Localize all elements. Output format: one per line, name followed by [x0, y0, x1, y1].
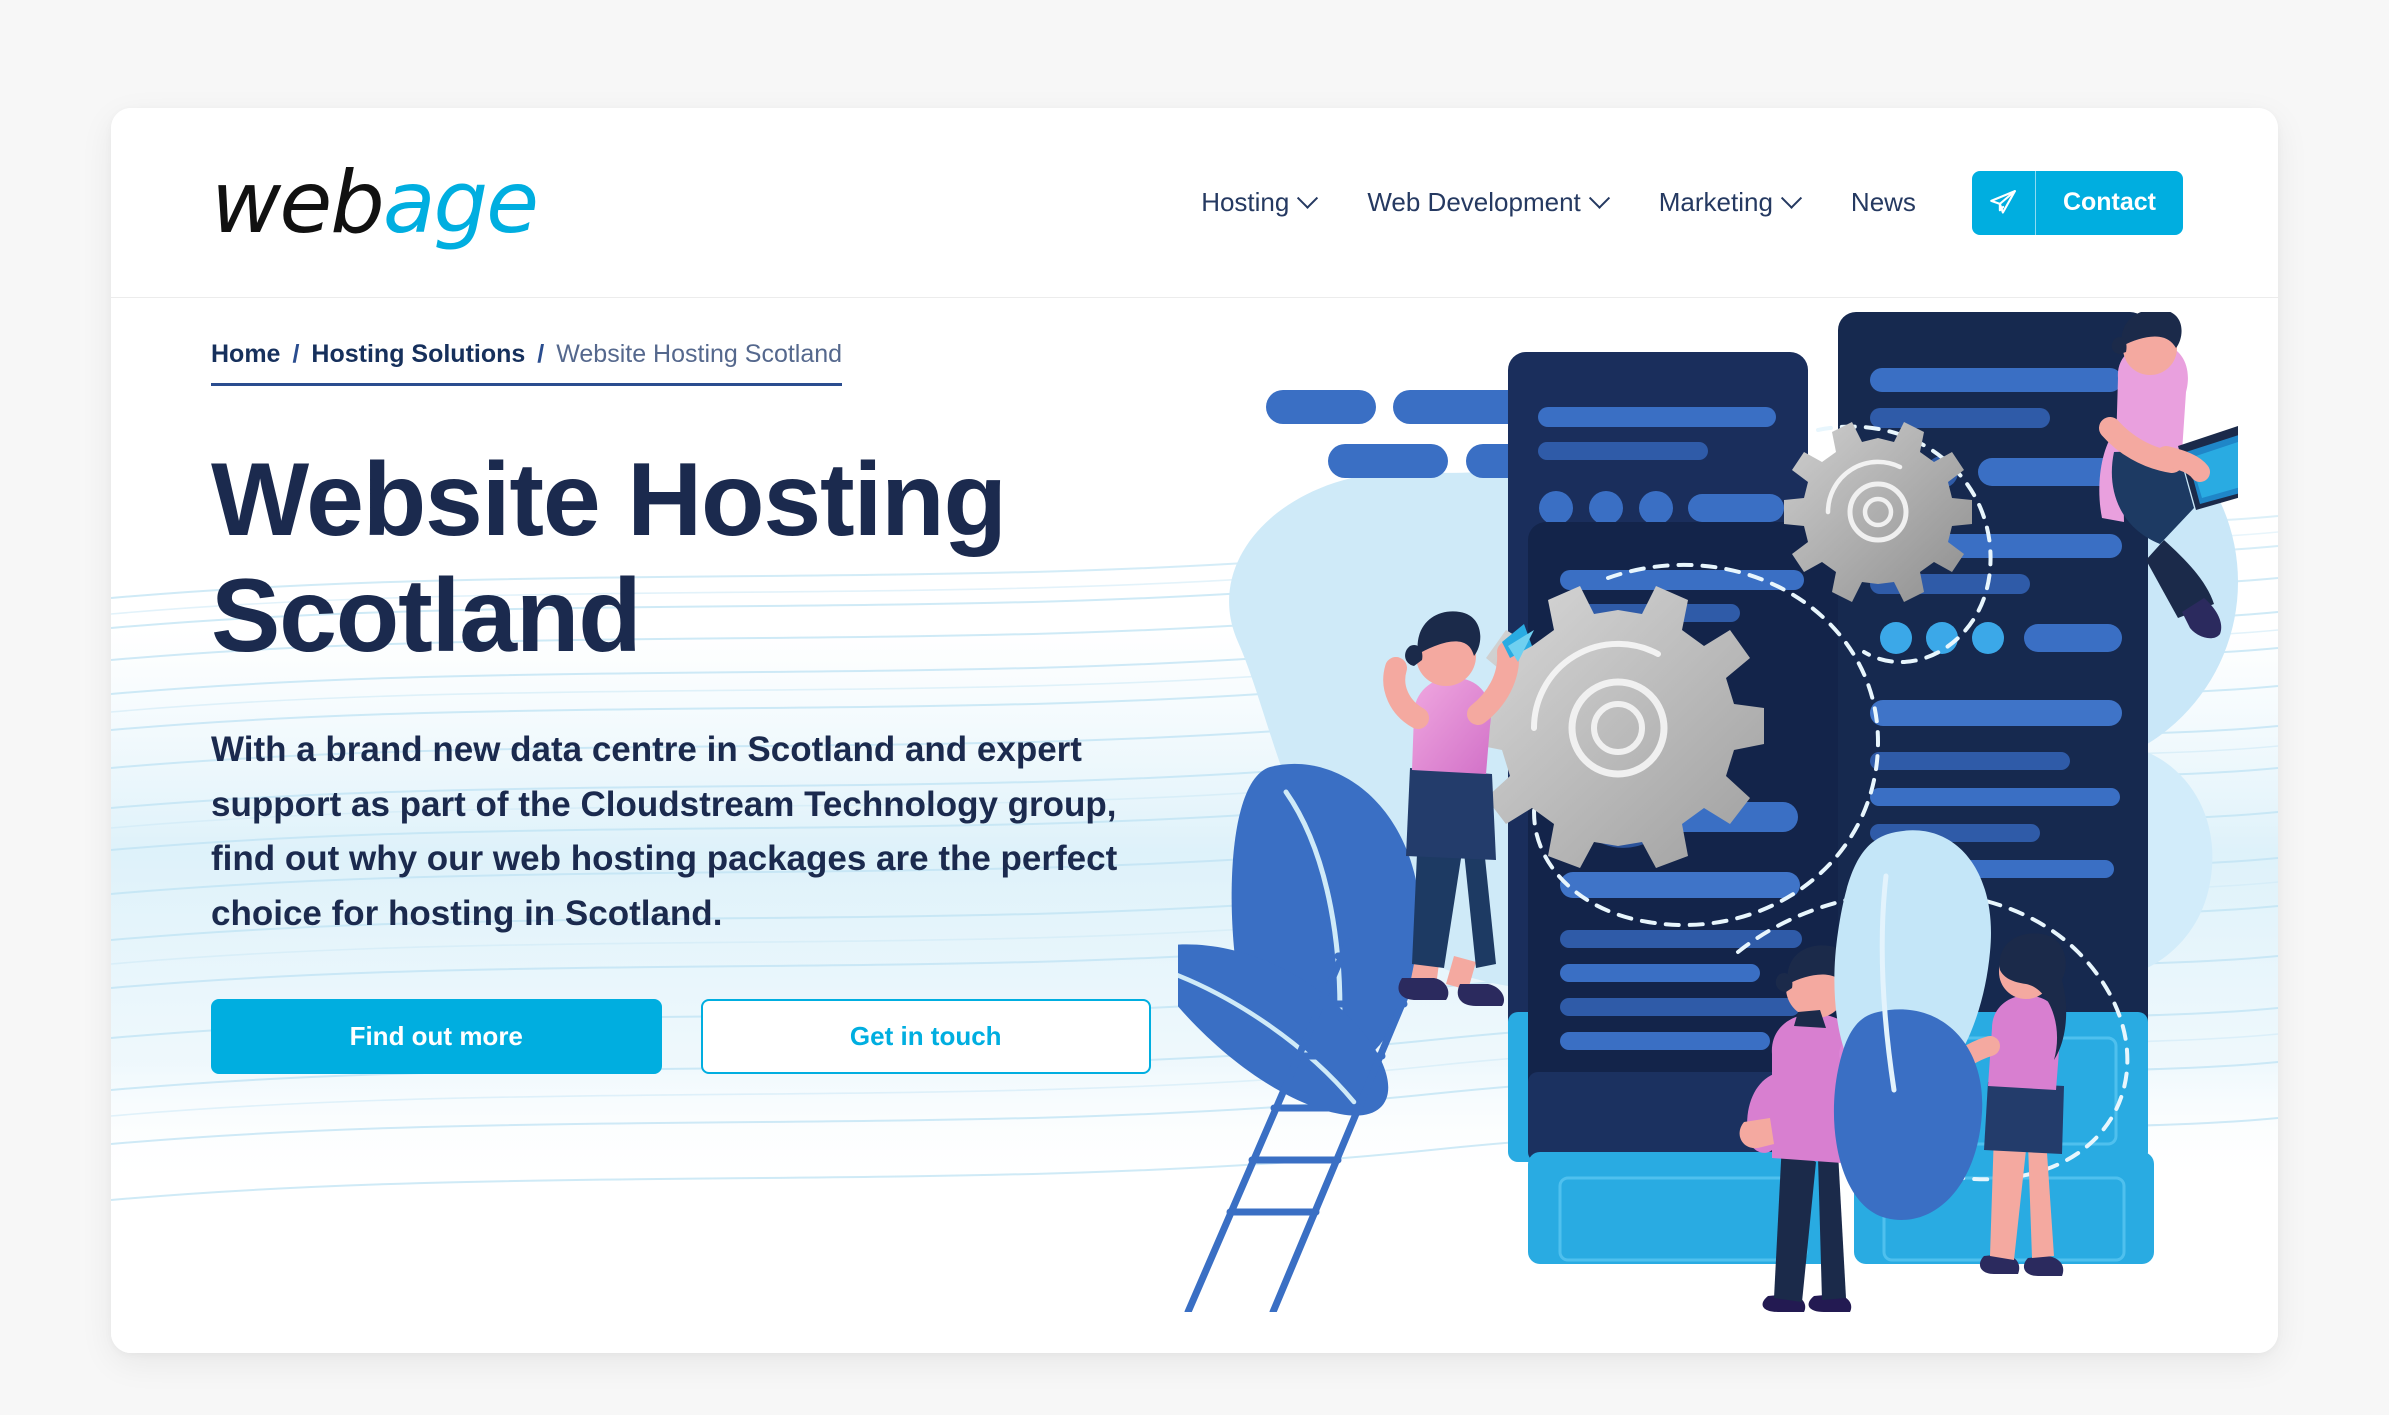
hero-description: With a brand new data centre in Scotland… [211, 729, 1118, 933]
breadcrumb-separator: / [292, 340, 300, 368]
nav-item-hosting[interactable]: Hosting [1175, 177, 1341, 228]
breadcrumb: Home / Hosting Solutions / Website Hosti… [211, 298, 843, 386]
site-card: webage Hosting Web Development Marketing… [111, 108, 2278, 1353]
contact-button-label: Contact [2062, 188, 2156, 216]
paper-plane-icon [1972, 170, 2036, 235]
logo-text-web: web [211, 152, 385, 253]
nav-item-web-development[interactable]: Web Development [1341, 177, 1632, 228]
hero-content: Home / Hosting Solutions / Website Hosti… [211, 298, 1151, 1075]
nav-item-label: News [1850, 187, 1916, 217]
nav-item-label: Web Development [1367, 187, 1581, 217]
page-root: webage Hosting Web Development Marketing… [0, 0, 2389, 1415]
hero-section: Home / Hosting Solutions / Website Hosti… [111, 298, 2278, 1353]
breadcrumb-item-home[interactable]: Home [211, 340, 280, 369]
chevron-down-icon [1780, 187, 1803, 209]
site-logo[interactable]: webage [211, 160, 539, 246]
chevron-down-icon [1297, 187, 1319, 209]
page-title: Website Hosting Scotland [211, 442, 1007, 675]
breadcrumb-item-current: Website Hosting Scotland [556, 340, 843, 368]
breadcrumb-item-hosting-solutions[interactable]: Hosting Solutions [311, 340, 525, 369]
logo-text-age: age [382, 152, 539, 253]
leaf-decoration-right [1833, 830, 1991, 1220]
nav-item-label: Marketing [1658, 187, 1773, 217]
primary-navigation: Hosting Web Development Marketing News C… [1175, 170, 2183, 235]
find-out-more-button[interactable]: Find out more [211, 999, 662, 1075]
nav-item-marketing[interactable]: Marketing [1633, 177, 1825, 228]
hero-illustration [1178, 312, 2238, 1312]
chevron-down-icon [1588, 187, 1610, 209]
get-in-touch-button[interactable]: Get in touch [700, 999, 1151, 1075]
site-header: webage Hosting Web Development Marketing… [111, 108, 2278, 298]
breadcrumb-separator: / [537, 340, 545, 368]
contact-button[interactable]: Contact [1971, 170, 2183, 235]
hero-cta-group: Find out more Get in touch [211, 999, 1151, 1075]
nav-item-label: Hosting [1201, 187, 1290, 217]
nav-item-news[interactable]: News [1825, 177, 1942, 228]
